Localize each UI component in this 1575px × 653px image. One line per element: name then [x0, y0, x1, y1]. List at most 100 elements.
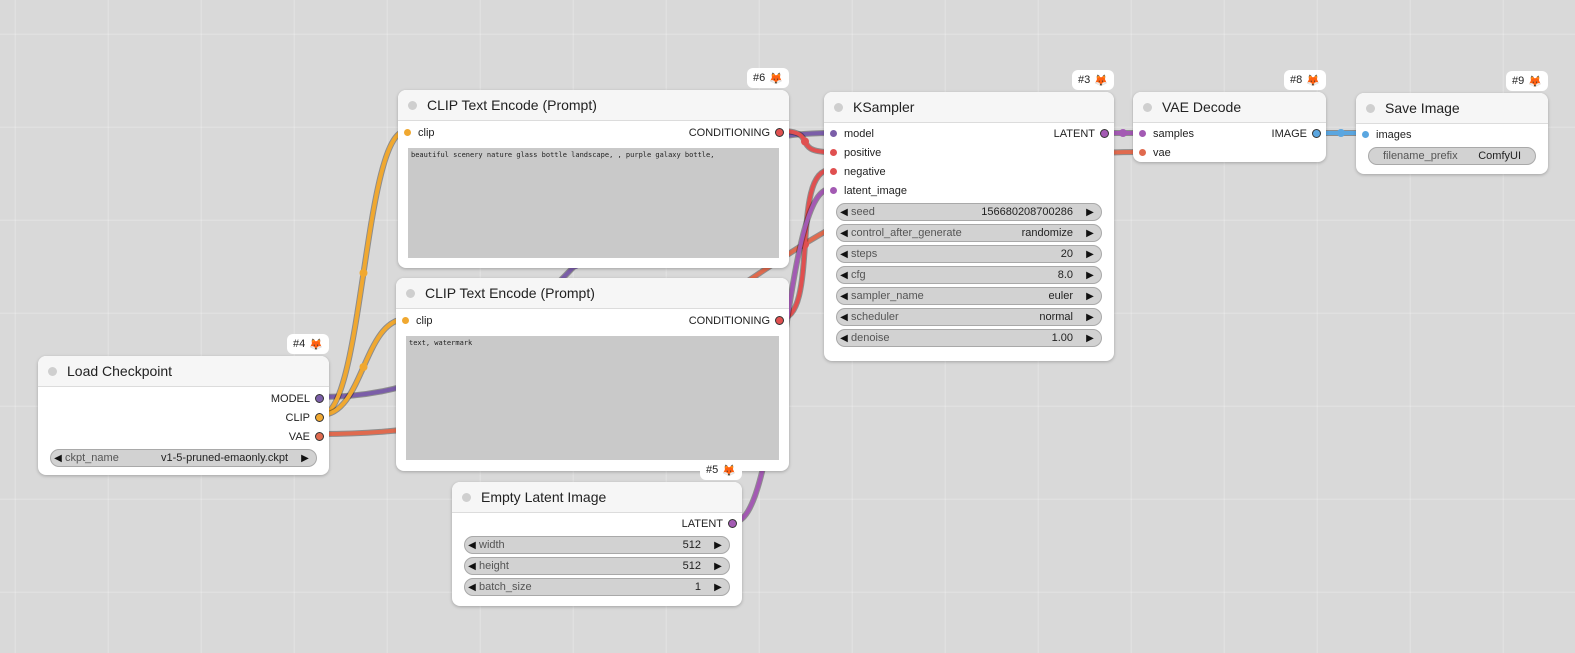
- image-output-dot[interactable]: [1312, 129, 1321, 138]
- node-empty-latent-image[interactable]: #5 🦊 Empty Latent Image LATENT ◀ width 512 ▶…: [452, 460, 742, 606]
- output-slot-vae[interactable]: VAE: [38, 427, 329, 446]
- node-load-checkpoint[interactable]: #4 🦊 Load Checkpoint MODEL CLIP VAE ◀ ckpt…: [38, 334, 329, 475]
- widget-denoise[interactable]: ◀ denoise 1.00 ▶: [836, 329, 1102, 347]
- node-header[interactable]: Empty Latent Image: [452, 482, 742, 513]
- increment-arrow-icon[interactable]: ▶: [1083, 270, 1097, 281]
- samples-input-dot[interactable]: [1139, 130, 1146, 137]
- negative-input-dot[interactable]: [830, 168, 837, 175]
- model-input-dot[interactable]: [830, 130, 837, 137]
- widget-steps[interactable]: ◀ steps 20 ▶: [836, 245, 1102, 263]
- decrement-arrow-icon[interactable]: ◀: [837, 312, 851, 323]
- wire-conditioning-positive-midpoint[interactable]: [801, 137, 809, 146]
- wire-clip-negative[interactable]: [320, 317, 407, 417]
- input-slot-images[interactable]: images: [1356, 125, 1548, 144]
- wire-clip-positive[interactable]: [320, 129, 407, 417]
- collapse-toggle[interactable]: [834, 102, 843, 112]
- increment-arrow-icon[interactable]: ▶: [1083, 333, 1097, 344]
- wire-clip-negative-midpoint[interactable]: [359, 363, 368, 371]
- increment-arrow-icon[interactable]: ▶: [711, 582, 725, 593]
- collapse-toggle[interactable]: [408, 100, 417, 110]
- collapse-toggle[interactable]: [48, 366, 57, 376]
- input-slot-latent-image[interactable]: latent_image: [824, 181, 1114, 200]
- output-slot-latent[interactable]: LATENT: [1054, 128, 1114, 140]
- node-vae-decode[interactable]: #8 🦊 VAE Decode samples IMAGE vae: [1133, 70, 1326, 162]
- output-slot-model[interactable]: MODEL: [38, 389, 329, 408]
- collapse-toggle[interactable]: [406, 288, 415, 298]
- prompt-textarea[interactable]: text, watermark: [406, 336, 779, 460]
- widget-cfg[interactable]: ◀ cfg 8.0 ▶: [836, 266, 1102, 284]
- clip-input-dot[interactable]: [402, 317, 409, 324]
- conditioning-output-dot[interactable]: [775, 316, 784, 325]
- increment-arrow-icon[interactable]: ▶: [298, 453, 312, 464]
- decrement-arrow-icon[interactable]: ◀: [837, 228, 851, 239]
- decrement-arrow-icon[interactable]: ◀: [837, 333, 851, 344]
- images-input-dot[interactable]: [1362, 131, 1369, 138]
- input-slot-negative[interactable]: negative: [824, 162, 1114, 181]
- decrement-arrow-icon[interactable]: ◀: [465, 582, 479, 593]
- increment-arrow-icon[interactable]: ▶: [1083, 228, 1097, 239]
- latent-image-input-dot[interactable]: [830, 187, 837, 194]
- wire-clip-positive-midpoint[interactable]: [359, 269, 368, 277]
- node-header[interactable]: KSampler: [824, 92, 1114, 123]
- node-title: KSampler: [853, 99, 915, 115]
- decrement-arrow-icon[interactable]: ◀: [837, 207, 851, 218]
- model-output-dot[interactable]: [315, 394, 324, 403]
- node-clip-text-encode-negative[interactable]: CLIP Text Encode (Prompt) clip CONDITION…: [396, 278, 789, 471]
- node-header[interactable]: Load Checkpoint: [38, 356, 329, 387]
- prompt-textarea[interactable]: beautiful scenery nature glass bottle la…: [408, 148, 779, 258]
- widget-seed[interactable]: ◀ seed 156680208700286 ▶: [836, 203, 1102, 221]
- collapse-toggle[interactable]: [1143, 102, 1152, 112]
- input-slot-clip[interactable]: clip: [396, 315, 433, 327]
- node-clip-text-encode-positive[interactable]: #6 🦊 CLIP Text Encode (Prompt) clip CONDI…: [398, 68, 789, 268]
- wire-latent-samples-midpoint[interactable]: [1119, 129, 1127, 137]
- output-slot-latent[interactable]: LATENT: [452, 514, 742, 533]
- input-slot-clip[interactable]: clip: [398, 127, 435, 139]
- widget-batch-size[interactable]: ◀ batch_size 1 ▶: [464, 578, 730, 596]
- widget-height[interactable]: ◀ height 512 ▶: [464, 557, 730, 575]
- clip-input-dot[interactable]: [404, 129, 411, 136]
- positive-input-dot[interactable]: [830, 149, 837, 156]
- increment-arrow-icon[interactable]: ▶: [1083, 249, 1097, 260]
- decrement-arrow-icon[interactable]: ◀: [837, 270, 851, 281]
- widget-filename-prefix[interactable]: filename_prefix ComfyUI: [1368, 147, 1536, 165]
- latent-output-dot[interactable]: [1100, 129, 1109, 138]
- clip-output-dot[interactable]: [315, 413, 324, 422]
- widget-scheduler[interactable]: ◀ scheduler normal ▶: [836, 308, 1102, 326]
- latent-output-dot[interactable]: [728, 519, 737, 528]
- vae-input-dot[interactable]: [1139, 149, 1146, 156]
- wire-image-midpoint[interactable]: [1337, 129, 1345, 137]
- input-slot-samples[interactable]: samples: [1133, 128, 1194, 140]
- increment-arrow-icon[interactable]: ▶: [1083, 207, 1097, 218]
- node-header[interactable]: Save Image: [1356, 93, 1548, 124]
- collapse-toggle[interactable]: [1366, 103, 1375, 113]
- wire-conditioning-negative-midpoint[interactable]: [801, 240, 809, 249]
- increment-arrow-icon[interactable]: ▶: [1083, 312, 1097, 323]
- output-slot-clip[interactable]: CLIP: [38, 408, 329, 427]
- input-slot-positive[interactable]: positive: [824, 143, 1114, 162]
- increment-arrow-icon[interactable]: ▶: [711, 540, 725, 551]
- output-slot-conditioning[interactable]: CONDITIONING: [689, 315, 789, 327]
- input-slot-model[interactable]: model: [824, 128, 874, 140]
- input-slot-vae[interactable]: vae: [1133, 143, 1326, 162]
- node-header[interactable]: VAE Decode: [1133, 92, 1326, 123]
- node-save-image[interactable]: #9 🦊 Save Image images filename_prefix Com…: [1356, 71, 1548, 174]
- decrement-arrow-icon[interactable]: ◀: [465, 540, 479, 551]
- output-slot-image[interactable]: IMAGE: [1272, 128, 1326, 140]
- node-header[interactable]: CLIP Text Encode (Prompt): [398, 90, 789, 121]
- widget-ckpt-name[interactable]: ◀ ckpt_name v1-5-pruned-emaonly.ckpt ▶: [50, 449, 317, 467]
- widget-sampler-name[interactable]: ◀ sampler_name euler ▶: [836, 287, 1102, 305]
- node-ksampler[interactable]: #3 🦊 KSampler model LATENT positive negat…: [824, 70, 1114, 361]
- collapse-toggle[interactable]: [462, 492, 471, 502]
- node-header[interactable]: CLIP Text Encode (Prompt): [396, 278, 789, 309]
- conditioning-output-dot[interactable]: [775, 128, 784, 137]
- increment-arrow-icon[interactable]: ▶: [1083, 291, 1097, 302]
- widget-width[interactable]: ◀ width 512 ▶: [464, 536, 730, 554]
- decrement-arrow-icon[interactable]: ◀: [465, 561, 479, 572]
- widget-control-after-generate[interactable]: ◀ control_after_generate randomize ▶: [836, 224, 1102, 242]
- decrement-arrow-icon[interactable]: ◀: [837, 291, 851, 302]
- output-slot-conditioning[interactable]: CONDITIONING: [689, 127, 789, 139]
- increment-arrow-icon[interactable]: ▶: [711, 561, 725, 572]
- vae-output-dot[interactable]: [315, 432, 324, 441]
- decrement-arrow-icon[interactable]: ◀: [51, 453, 65, 464]
- decrement-arrow-icon[interactable]: ◀: [837, 249, 851, 260]
